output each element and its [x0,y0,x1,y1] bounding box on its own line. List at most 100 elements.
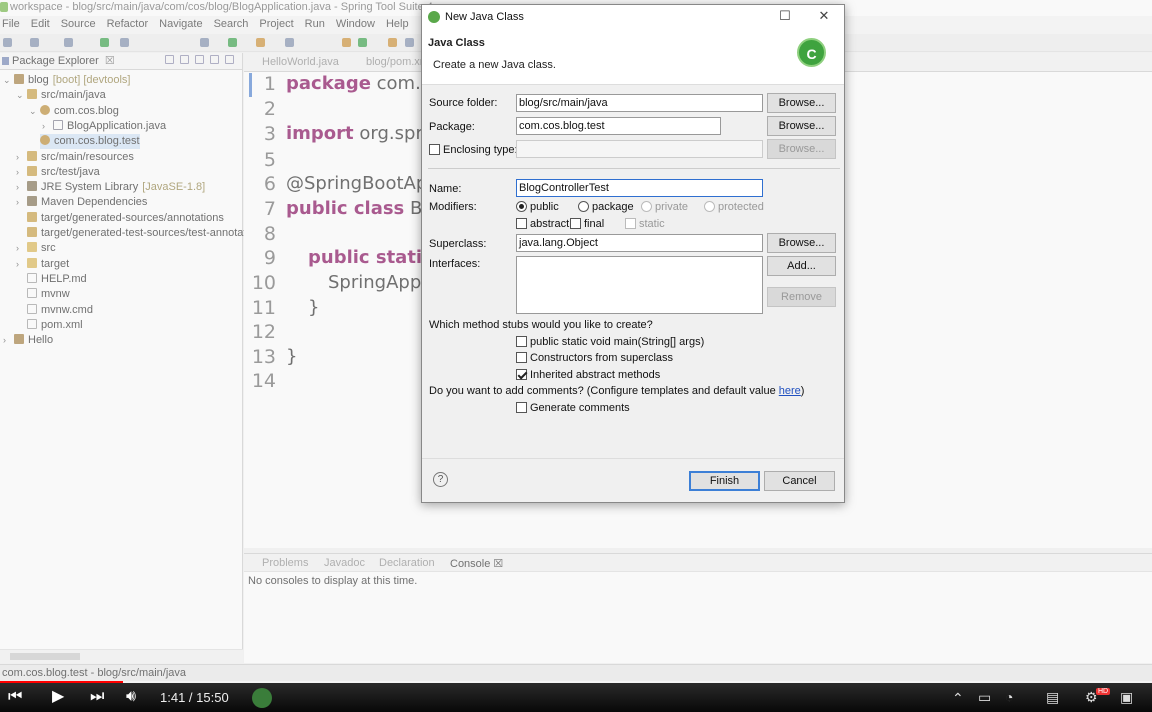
package-field[interactable]: com.cos.blog.test [516,117,721,135]
superclass-field[interactable]: java.lang.Object [516,234,763,252]
chevron-right-icon[interactable]: › [16,244,24,253]
interfaces-list[interactable] [516,256,763,314]
tree-item[interactable]: › src/main/resources [16,150,134,165]
public-radio[interactable] [516,201,527,212]
play-icon[interactable]: ▶ [52,688,64,706]
close-icon[interactable]: ✕ [805,5,843,29]
source-folder-field[interactable]: blog/src/main/java [516,94,763,112]
horizontal-scrollbar[interactable] [0,649,243,663]
tree-item[interactable]: › Hello [3,333,53,348]
code-line[interactable]: public static [308,247,433,268]
menu-navigate[interactable]: Navigate [159,16,202,34]
link-with-editor-icon[interactable] [180,55,189,64]
debug-icon[interactable] [200,38,209,47]
search-icon[interactable] [405,38,414,47]
tab-console[interactable]: Console ☒ [450,557,503,570]
chevron-down-icon[interactable]: ⌄ [16,91,24,100]
package-radio[interactable] [578,201,589,212]
chevron-right-icon[interactable]: › [3,336,11,345]
chevron-right-icon[interactable]: › [16,183,24,192]
main-stub-checkbox[interactable] [516,336,527,347]
enclosing-type-checkbox[interactable] [429,144,440,155]
chevron-up-icon[interactable]: ⌃ [952,690,964,707]
final-checkbox[interactable] [570,218,581,229]
tree-item[interactable]: pom.xml [27,318,83,333]
previous-icon[interactable]: ⏮ [8,688,22,706]
tab-declaration[interactable]: Declaration [379,557,435,569]
next-icon[interactable]: ⏭ [90,688,104,706]
miniplayer-icon[interactable]: ▣ [1120,689,1133,706]
tree-item[interactable]: › BlogApplication.java [42,119,166,134]
new-java-class-icon[interactable] [342,38,351,47]
tree-item[interactable]: target/generated-sources/annotations [27,211,224,226]
browse-superclass-button[interactable]: Browse... [767,233,836,253]
tree-item[interactable]: com.cos.blog.test [40,134,140,150]
cancel-button[interactable]: Cancel [764,471,835,491]
autoplay-icon[interactable]: ▭ [978,689,991,706]
tab-pom-xml[interactable]: blog/pom.xm [366,56,429,68]
menu-source[interactable]: Source [61,16,96,34]
code-line[interactable]: public class Blo [286,198,438,219]
code-line[interactable]: } [286,346,297,367]
chevron-right-icon[interactable]: › [16,152,24,161]
tree-item[interactable]: › src/test/java [16,165,100,180]
chevron-down-icon[interactable]: ⌄ [3,76,11,85]
network-icon[interactable]: ◔ [1005,689,1013,705]
package-explorer-tab[interactable]: Package Explorer ☒ [0,53,242,70]
minimize-icon[interactable] [210,55,219,64]
tree-item[interactable]: ⌄ blog [boot] [devtools] [3,73,130,88]
chevron-down-icon[interactable]: ⌄ [29,106,37,115]
tree-item[interactable]: HELP.md [27,272,87,287]
save-icon[interactable] [30,38,39,47]
new-icon[interactable] [3,38,12,47]
menu-project[interactable]: Project [259,16,293,34]
abstract-checkbox[interactable] [516,218,527,229]
tree-item[interactable]: mvnw.cmd [27,303,93,318]
collapse-all-icon[interactable] [165,55,174,64]
boot-dashboard-icon[interactable] [100,38,109,47]
tree-item[interactable]: mvnw [27,287,70,302]
code-line[interactable]: } [308,297,319,318]
code-line[interactable]: @SpringBootAp [286,173,427,194]
volume-icon[interactable]: 🔊︎ [126,688,136,706]
menu-refactor[interactable]: Refactor [107,16,149,34]
chevron-right-icon[interactable]: › [42,121,50,130]
menu-help[interactable]: Help [386,16,409,34]
stop-icon[interactable] [285,38,294,47]
inherited-methods-checkbox[interactable] [516,369,527,380]
new-package-icon[interactable] [358,38,367,47]
menu-file[interactable]: File [2,16,20,34]
scrollbar-thumb[interactable] [10,653,80,660]
tab-problems[interactable]: Problems [262,557,308,569]
chevron-right-icon[interactable]: › [16,198,24,207]
external-tools-icon[interactable] [256,38,265,47]
run-icon[interactable] [228,38,237,47]
tab-helloworld-java[interactable]: HelloWorld.java [262,56,339,68]
code-line[interactable]: import org.spri [286,123,428,144]
help-icon[interactable]: ? [433,472,448,487]
subtitles-icon[interactable]: ▤ [1046,689,1059,706]
tree-item[interactable]: target/generated-test-sources/test-annot… [27,226,255,241]
finish-button[interactable]: Finish [689,471,760,491]
browse-source-folder-button[interactable]: Browse... [767,93,836,113]
view-menu-icon[interactable] [195,55,204,64]
tree-item[interactable]: ⌄ com.cos.blog [29,104,119,119]
tree-item[interactable]: ⌄ src/main/java [16,88,106,103]
configure-templates-link[interactable]: here [779,385,801,397]
maximize-icon[interactable]: ☐ [766,5,804,29]
chevron-right-icon[interactable]: › [16,259,24,268]
menu-search[interactable]: Search [214,16,249,34]
open-type-icon[interactable] [388,38,397,47]
browse-package-button[interactable]: Browse... [767,116,836,136]
generate-comments-checkbox[interactable] [516,402,527,413]
code-line[interactable]: SpringAppl [328,272,426,293]
maximize-icon[interactable] [225,55,234,64]
tree-item[interactable]: › target [16,257,69,272]
code-line[interactable]: package com.co [286,73,442,94]
tree-item[interactable]: › src [16,241,56,256]
menu-run[interactable]: Run [305,16,325,34]
menu-edit[interactable]: Edit [31,16,50,34]
minimize-icon[interactable] [732,5,770,29]
terminal-icon[interactable] [64,38,73,47]
skip-breakpoints-icon[interactable] [120,38,129,47]
